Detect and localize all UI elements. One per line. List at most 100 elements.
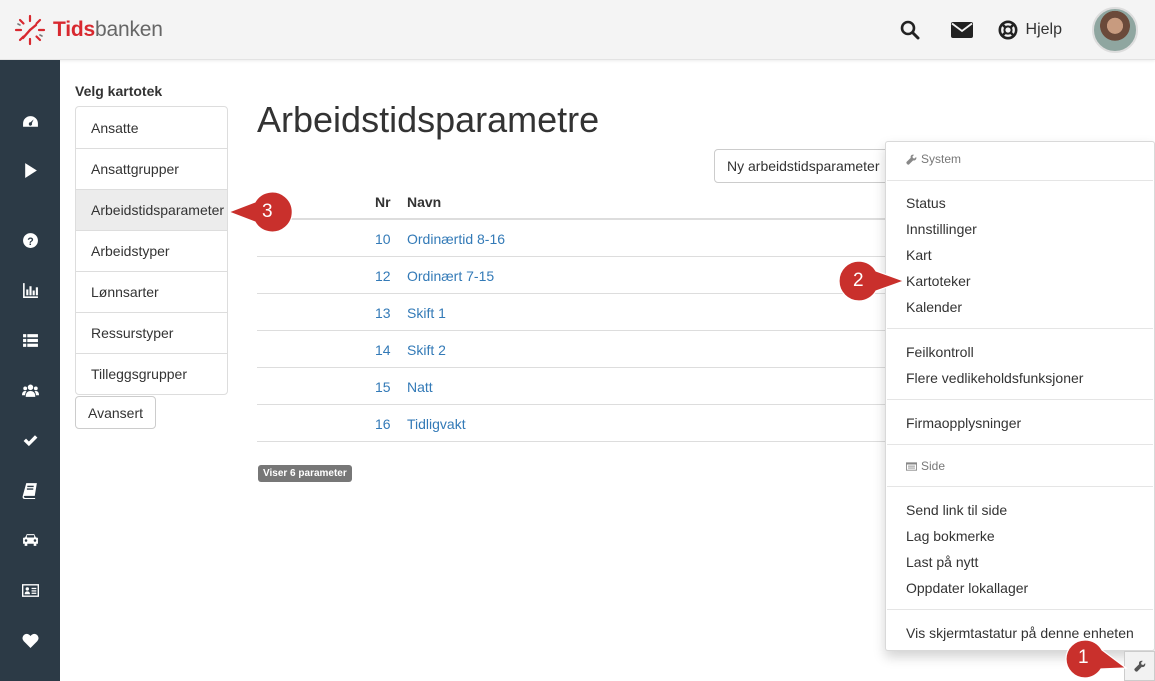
callout-number: 3	[262, 201, 273, 222]
kartotek-list: Ansatte Ansattgrupper Arbeidstidsparamet…	[75, 106, 228, 395]
column-header-navn[interactable]: Navn	[407, 194, 441, 210]
side-header: Side	[906, 459, 945, 473]
table-row[interactable]: 13 Skift 1	[257, 294, 897, 331]
sidebar: ?	[0, 60, 60, 681]
search-button[interactable]	[890, 0, 930, 60]
list-icon	[22, 333, 38, 347]
svg-text:?: ?	[27, 235, 33, 247]
table-row[interactable]: 12 Ordinært 7-15	[257, 257, 897, 294]
top-actions: Hjelp	[890, 0, 1155, 60]
row-name[interactable]: Ordinærtid 8-16	[407, 231, 505, 247]
menu-item-firmaopplysninger[interactable]: Firmaopplysninger	[906, 415, 1021, 431]
kartotek-item-arbeidstyper[interactable]: Arbeidstyper	[76, 230, 227, 271]
divider	[887, 444, 1153, 445]
logo-text: Tidsbanken	[53, 18, 163, 41]
system-header: System	[906, 152, 961, 166]
callout-marker-1: 1	[1058, 638, 1128, 681]
avatar[interactable]	[1092, 7, 1138, 53]
row-name[interactable]: Ordinært 7-15	[407, 268, 494, 284]
table-header: Nr Navn	[257, 183, 897, 220]
row-nr[interactable]: 10	[375, 231, 391, 247]
menu-item-kalender[interactable]: Kalender	[906, 299, 962, 315]
column-header-nr[interactable]: Nr	[375, 194, 391, 210]
book-icon	[22, 482, 37, 499]
logo-icon	[14, 14, 46, 46]
divider	[887, 180, 1153, 181]
callout-number: 1	[1078, 647, 1089, 668]
divider	[887, 486, 1153, 487]
row-nr[interactable]: 13	[375, 305, 391, 321]
table-row[interactable]: 15 Natt	[257, 368, 897, 405]
advanced-button[interactable]: Avansert	[75, 396, 156, 429]
menu-item-oppdater-lokallager[interactable]: Oppdater lokallager	[906, 580, 1028, 596]
heart-icon	[21, 633, 39, 648]
menu-item-feilkontroll[interactable]: Feilkontroll	[906, 344, 974, 360]
menu-item-kartoteker[interactable]: Kartoteker	[906, 273, 971, 289]
top-bar: Tidsbanken Hjelp	[0, 0, 1155, 60]
kartotek-item-ansattgrupper[interactable]: Ansattgrupper	[76, 148, 227, 189]
menu-item-vedlikehold[interactable]: Flere vedlikeholdsfunksjoner	[906, 370, 1083, 386]
wrench-icon	[906, 154, 917, 165]
kartotek-item-ressurstyper[interactable]: Ressurstyper	[76, 312, 227, 353]
row-nr[interactable]: 15	[375, 379, 391, 395]
menu-item-kart[interactable]: Kart	[906, 247, 932, 263]
system-menu-button[interactable]	[1124, 651, 1155, 681]
callout-marker-3: 3	[228, 191, 296, 233]
sidebar-item-vehicle[interactable]	[0, 520, 60, 560]
sidebar-item-reports[interactable]	[0, 270, 60, 310]
divider	[887, 399, 1153, 400]
row-name[interactable]: Skift 2	[407, 342, 446, 358]
kartotek-item-ansatte[interactable]: Ansatte	[76, 107, 227, 148]
car-icon	[22, 533, 38, 546]
system-dropdown-menu: System Status Innstillinger Kart Kartote…	[885, 141, 1155, 651]
divider	[887, 328, 1153, 329]
app-logo[interactable]: Tidsbanken	[14, 14, 163, 46]
sidebar-item-list[interactable]	[0, 320, 60, 360]
row-nr[interactable]: 16	[375, 416, 391, 432]
sidebar-item-users[interactable]	[0, 370, 60, 410]
row-name[interactable]: Tidligvakt	[407, 416, 466, 432]
sidebar-item-favorites[interactable]	[0, 620, 60, 660]
table-row[interactable]: 14 Skift 2	[257, 331, 897, 368]
count-badge: Viser 6 parameter	[258, 465, 352, 482]
id-card-icon	[21, 583, 39, 597]
sidebar-item-help[interactable]: ?	[0, 220, 60, 260]
row-nr[interactable]: 12	[375, 268, 391, 284]
users-icon	[21, 384, 39, 397]
row-name[interactable]: Skift 1	[407, 305, 446, 321]
kartotek-item-lonnsarter[interactable]: Lønnsarter	[76, 271, 227, 312]
parameter-table: Nr Navn 10 Ordinærtid 8-16 12 Ordinært 7…	[257, 183, 897, 442]
menu-item-innstillinger[interactable]: Innstillinger	[906, 221, 977, 237]
help-button[interactable]: Hjelp	[994, 0, 1066, 60]
table-row[interactable]: 10 Ordinærtid 8-16	[257, 220, 897, 257]
bar-chart-icon	[22, 282, 38, 298]
sidebar-item-book[interactable]	[0, 470, 60, 510]
panel-title: Velg kartotek	[75, 83, 163, 99]
envelope-icon	[950, 22, 973, 38]
kartotek-item-arbeidstidsparameter[interactable]: Arbeidstidsparameter	[76, 189, 227, 230]
sidebar-item-approve[interactable]	[0, 420, 60, 460]
menu-item-bokmerke[interactable]: Lag bokmerke	[906, 528, 995, 544]
new-parameter-button[interactable]: Ny arbeidstidsparameter	[714, 149, 894, 183]
row-name[interactable]: Natt	[407, 379, 433, 395]
divider	[887, 609, 1153, 610]
question-icon: ?	[22, 232, 38, 248]
table-row[interactable]: 16 Tidligvakt	[257, 405, 897, 442]
check-icon	[23, 434, 37, 446]
page-title: Arbeidstidsparametre	[257, 99, 600, 140]
messages-button[interactable]	[942, 0, 982, 60]
side-header-label: Side	[921, 459, 946, 473]
system-header-label: System	[921, 152, 962, 166]
row-nr[interactable]: 14	[375, 342, 391, 358]
kartotek-item-tilleggsgrupper[interactable]: Tilleggsgrupper	[76, 353, 227, 394]
callout-number: 2	[853, 270, 864, 291]
menu-item-status[interactable]: Status	[906, 195, 946, 211]
menu-item-send-link[interactable]: Send link til side	[906, 502, 1007, 518]
sidebar-item-id-card[interactable]	[0, 570, 60, 610]
play-icon	[24, 162, 37, 178]
sidebar-item-play[interactable]	[0, 150, 60, 190]
wrench-icon	[1133, 660, 1145, 672]
sidebar-item-dashboard[interactable]	[0, 102, 60, 142]
callout-marker-2: 2	[832, 260, 906, 302]
menu-item-last-pa-nytt[interactable]: Last på nytt	[906, 554, 978, 570]
